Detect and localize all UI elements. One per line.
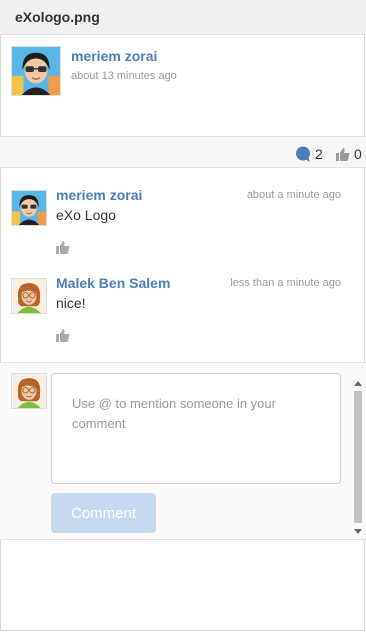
current-user-avatar: [11, 373, 47, 409]
comment-time: less than a minute ago: [230, 277, 341, 289]
scroll-up-icon[interactable]: [354, 381, 362, 386]
thumbs-up-icon[interactable]: [56, 328, 70, 342]
title-bar: eXologo.png: [0, 0, 366, 35]
comment-text: nice!: [56, 295, 86, 311]
activity-author-name[interactable]: meriem zorai: [71, 48, 157, 64]
likes-count: 0: [354, 146, 362, 162]
comment-author-avatar[interactable]: [11, 278, 47, 314]
activity-stats-bar: 2 0: [0, 137, 366, 168]
comment-composer: Comment: [0, 362, 366, 540]
window-title: eXologo.png: [15, 9, 100, 25]
comments-count-button[interactable]: 2: [295, 146, 323, 162]
comment-author-name[interactable]: Malek Ben Salem: [56, 275, 170, 291]
scroll-thumb[interactable]: [354, 391, 362, 523]
comment-bubble-icon: [296, 146, 310, 162]
comment-input[interactable]: [51, 373, 341, 484]
likes-count-button[interactable]: 0: [336, 146, 362, 162]
comments-count: 2: [315, 146, 323, 162]
activity-time: about 13 minutes ago: [71, 70, 177, 82]
comment-time: about a minute ago: [246, 189, 341, 201]
comment-author-name[interactable]: meriem zorai: [56, 187, 142, 203]
composer-scrollbar[interactable]: [352, 377, 364, 539]
thumbs-up-icon: [336, 148, 350, 161]
comment-author-avatar[interactable]: [11, 190, 47, 226]
scroll-down-icon[interactable]: [354, 529, 362, 534]
activity-author-avatar[interactable]: [11, 46, 61, 96]
thumbs-up-icon[interactable]: [56, 240, 70, 254]
comment-text: eXo Logo: [56, 207, 116, 223]
comment-button[interactable]: Comment: [51, 493, 156, 533]
